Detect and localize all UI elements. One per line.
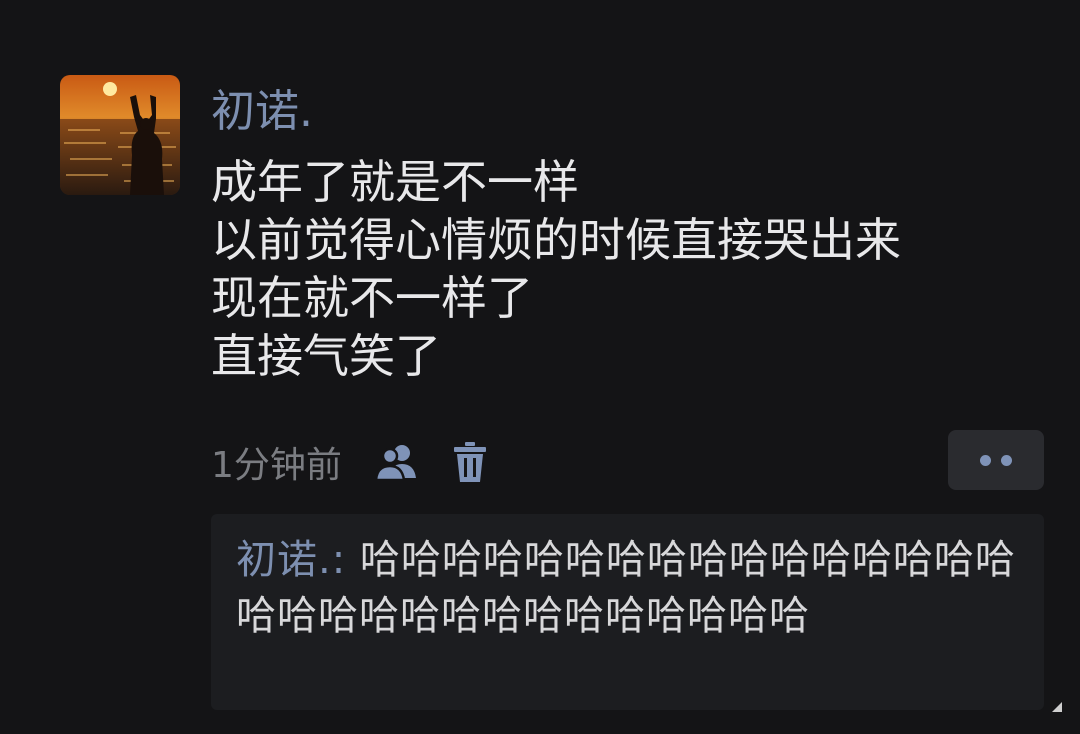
- comment-author[interactable]: 初诺.: [236, 537, 332, 583]
- comment-item[interactable]: 初诺.: 哈哈哈哈哈哈哈哈哈哈哈哈哈哈哈哈哈哈哈哈哈哈哈哈哈哈哈哈哈哈: [236, 532, 1020, 644]
- comment-separator: :: [331, 537, 360, 583]
- more-dots-icon: [980, 454, 991, 466]
- trash-icon: [453, 442, 486, 482]
- avatar-sunset-photo: [60, 75, 180, 195]
- corner-arrow-icon: [1052, 702, 1062, 712]
- post-timestamp: 1分钟前: [211, 445, 342, 486]
- post-content-line: 直接气笑了: [211, 329, 441, 383]
- post-username[interactable]: 初诺.: [211, 84, 313, 140]
- comment-panel: 初诺.: 哈哈哈哈哈哈哈哈哈哈哈哈哈哈哈哈哈哈哈哈哈哈哈哈哈哈哈哈哈哈: [211, 514, 1044, 710]
- more-actions-button[interactable]: [948, 430, 1044, 490]
- post-content-line: 成年了就是不一样: [211, 155, 579, 209]
- moment-post: 初诺. 成年了就是不一样 以前觉得心情烦的时候直接哭出来 现在就不一样了 直接气…: [0, 0, 1080, 734]
- post-content: 成年了就是不一样 以前觉得心情烦的时候直接哭出来 现在就不一样了 直接气笑了: [211, 153, 1051, 385]
- visibility-button[interactable]: [372, 436, 424, 488]
- avatar[interactable]: [60, 75, 180, 195]
- more-dots-icon: [1001, 454, 1012, 466]
- post-content-line: 以前觉得心情烦的时候直接哭出来: [211, 213, 901, 267]
- post-meta: 1分钟前: [211, 434, 492, 490]
- delete-button[interactable]: [448, 436, 492, 488]
- friends-icon: [374, 445, 416, 482]
- post-content-line: 现在就不一样了: [211, 271, 533, 325]
